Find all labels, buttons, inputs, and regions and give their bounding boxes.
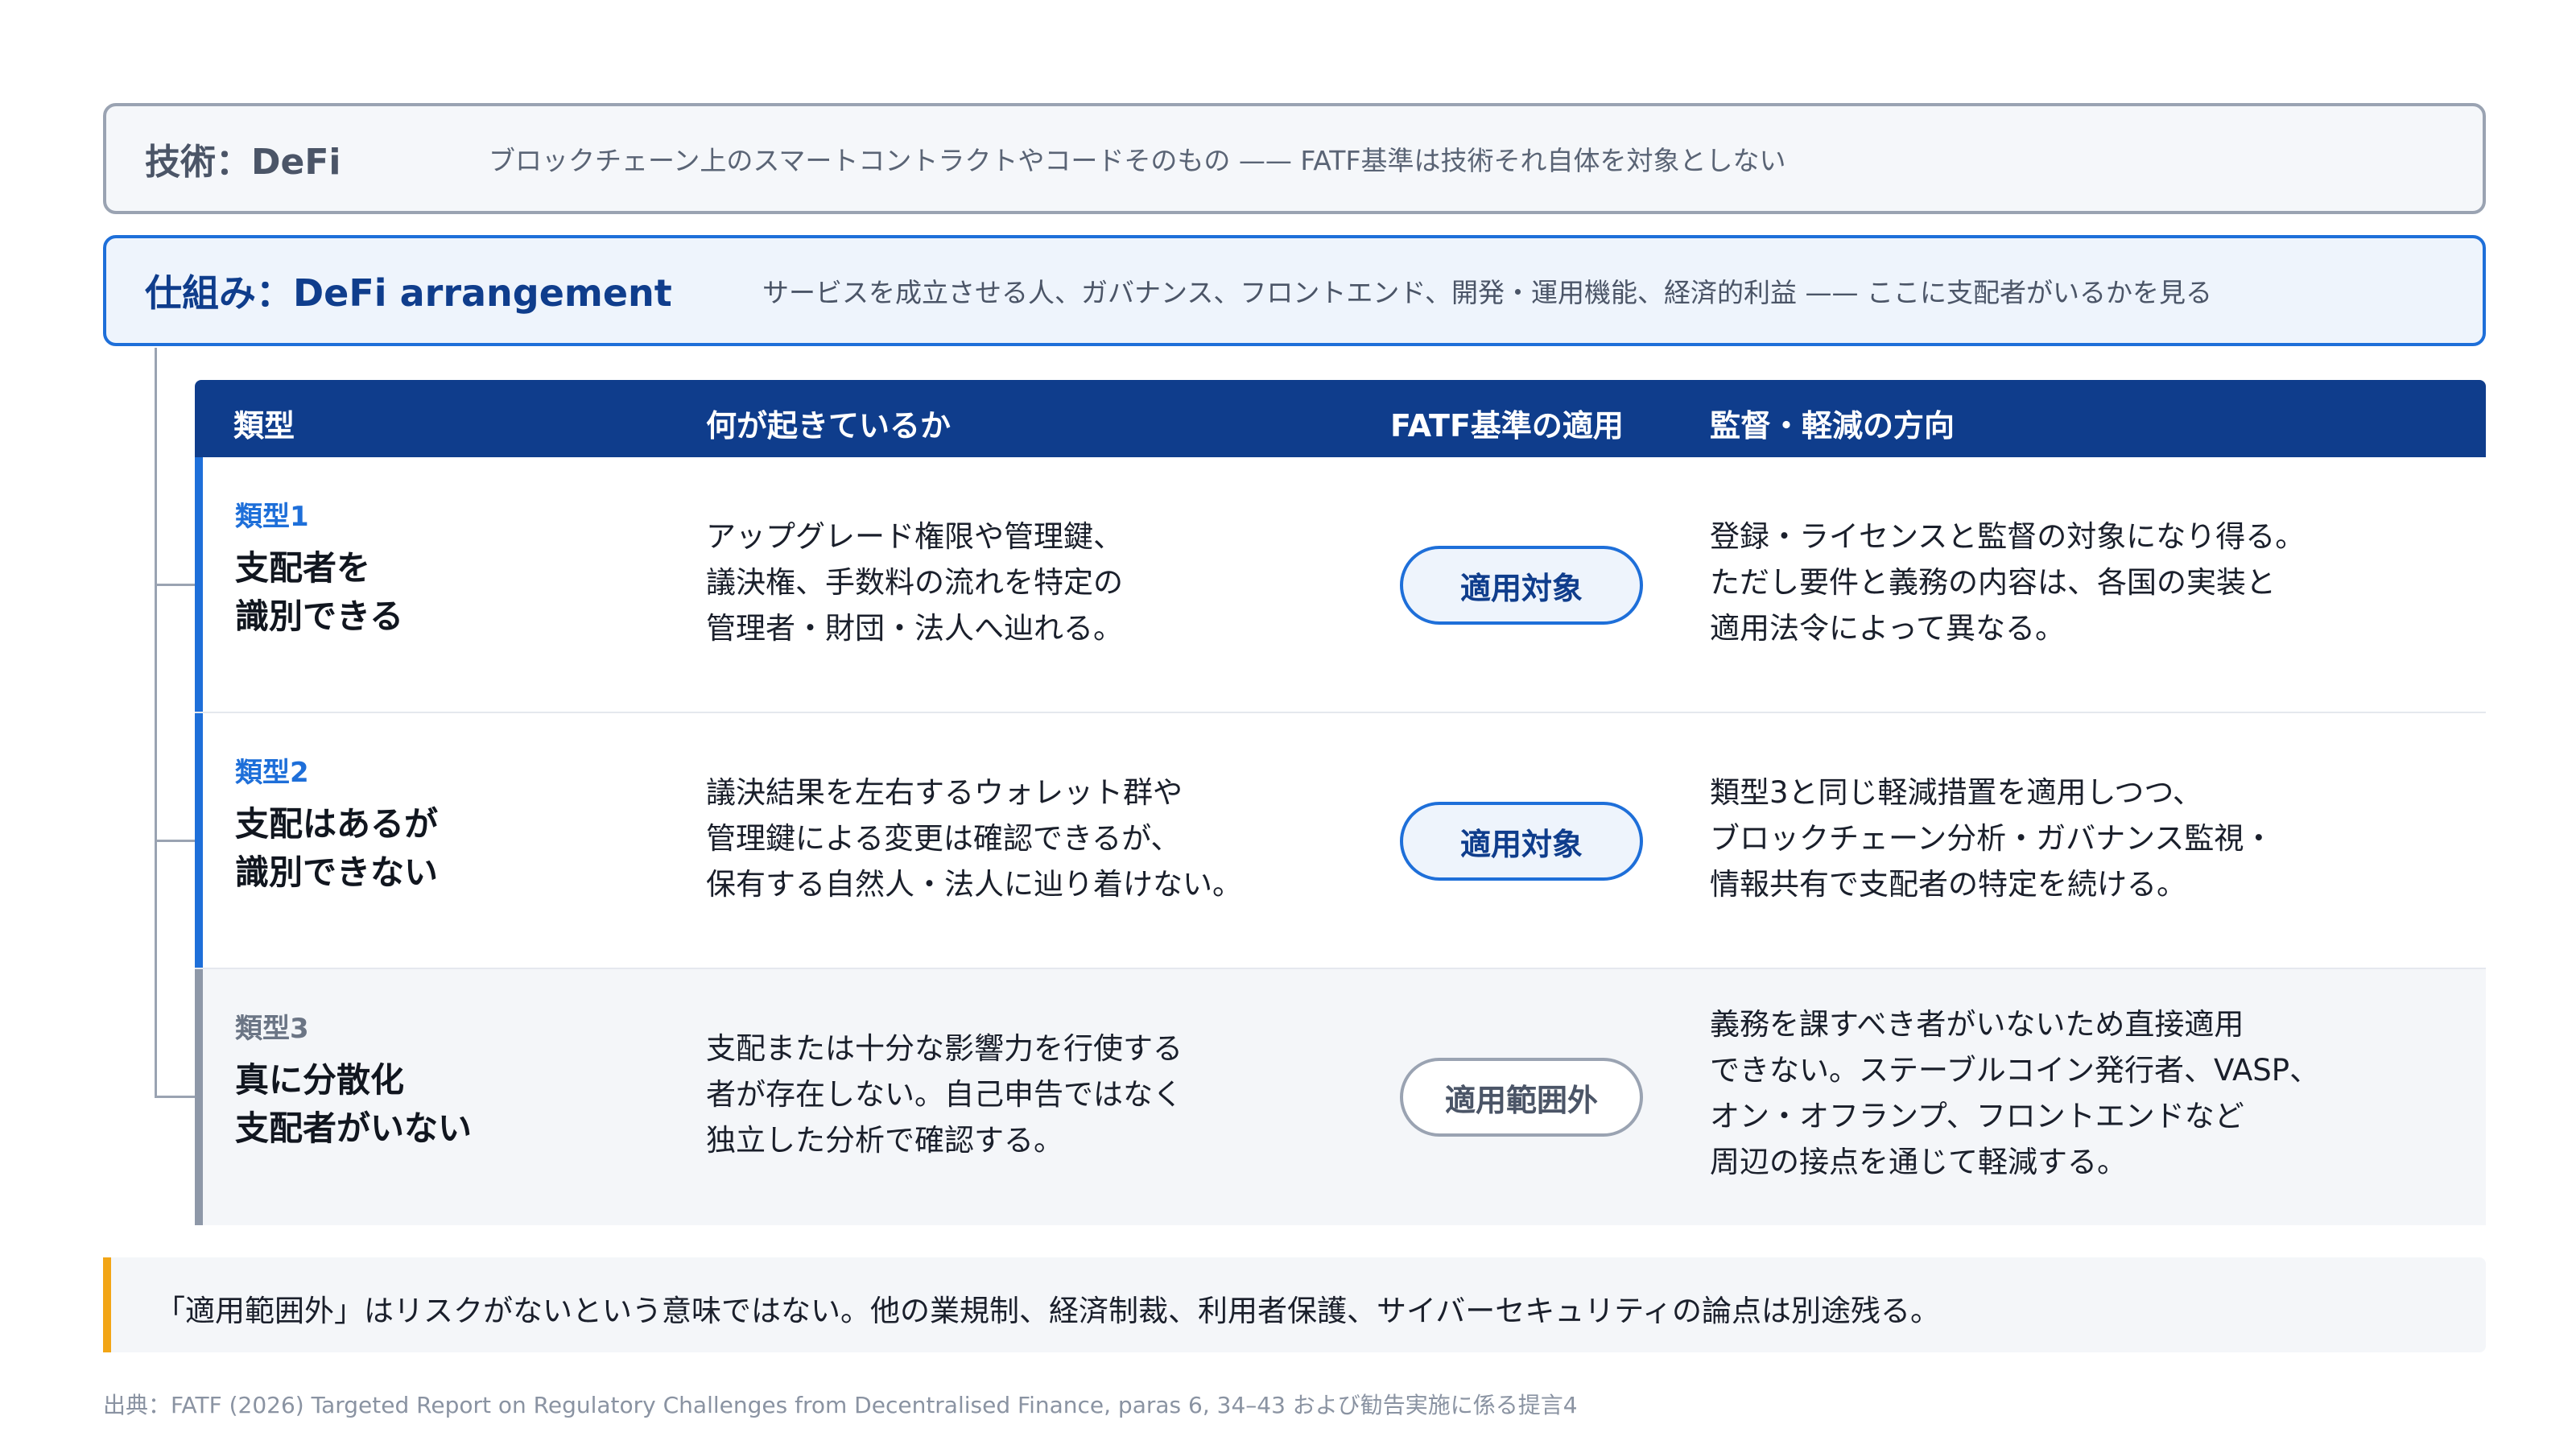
table-row: 類型2 支配はあるが 識別できない 議決結果を左右するウォレット群や 管理鍵によ… — [195, 713, 2486, 969]
tree-connector-row-1 — [155, 584, 195, 586]
technology-box: 技術：DeFi ブロックチェーン上のスマートコントラクトやコードそのもの —— … — [103, 103, 2486, 214]
what-happens: アップグレード権限や管理鍵、 議決権、手数料の流れを特定の 管理者・財団・法人へ… — [706, 519, 1123, 646]
type-name: 支配者を 識別できる — [235, 548, 404, 636]
header-application: FATF基準の適用 — [1390, 408, 1624, 444]
row-accent-bar — [195, 457, 203, 713]
status-badge: 適用対象 — [1400, 802, 1643, 881]
note-accent-bar — [103, 1257, 111, 1352]
technology-title: 技術：DeFi — [145, 142, 341, 183]
type-label: 類型3 — [235, 1013, 309, 1045]
technology-description: ブロックチェーン上のスマートコントラクトやコードそのもの —— FATF基準は技… — [489, 145, 1786, 176]
tree-connector-row-2 — [155, 840, 195, 842]
row-accent-bar — [195, 713, 203, 969]
supervision-direction: 義務を課すべき者がいないため直接適用 できない。ステーブルコイン発行者、VASP… — [1710, 1007, 2320, 1179]
note-callout: 「適用範囲外」はリスクがないという意味ではない。他の業規制、経済制裁、利用者保護… — [103, 1257, 2486, 1352]
status-badge: 適用対象 — [1400, 546, 1643, 625]
header-type: 類型 — [233, 408, 295, 444]
type-label: 類型2 — [235, 757, 309, 789]
header-direction: 監督・軽減の方向 — [1710, 408, 1955, 444]
table-row: 類型1 支配者を 識別できる アップグレード権限や管理鍵、 議決権、手数料の流れ… — [195, 457, 2486, 713]
status-badge: 適用範囲外 — [1400, 1058, 1643, 1137]
header-what: 何が起きているか — [706, 408, 952, 444]
arrangement-box: 仕組み：DeFi arrangement サービスを成立させる人、ガバナンス、フ… — [103, 235, 2486, 346]
arrangement-description: サービスを成立させる人、ガバナンス、フロントエンド、開発・運用機能、経済的利益 … — [762, 277, 2212, 308]
type-name: 真に分散化 支配者がいない — [235, 1060, 473, 1148]
supervision-direction: 類型3と同じ軽減措置を適用しつつ、 ブロックチェーン分析・ガバナンス監視・ 情報… — [1710, 775, 2274, 902]
what-happens: 支配または十分な影響力を行使する 者が存在しない。自己申告ではなく 独立した分析… — [706, 1031, 1183, 1158]
what-happens: 議決結果を左右するウォレット群や 管理鍵による変更は確認できるが、 保有する自然… — [706, 775, 1242, 902]
source-citation: 出典：FATF (2026) Targeted Report on Regula… — [103, 1392, 1578, 1418]
type-name: 支配はあるが 識別できない — [235, 804, 439, 892]
tree-connector-row-3 — [155, 1096, 195, 1098]
arrangement-title: 仕組み：DeFi arrangement — [145, 271, 672, 315]
type-label: 類型1 — [235, 501, 309, 533]
row-accent-bar — [195, 969, 203, 1225]
note-text: 「適用範囲外」はリスクがないという意味ではない。他の業規制、経済制裁、利用者保護… — [155, 1294, 1941, 1328]
table-row: 類型3 真に分散化 支配者がいない 支配または十分な影響力を行使する 者が存在し… — [195, 969, 2486, 1225]
tree-connector-vertical — [155, 348, 157, 1096]
supervision-direction: 登録・ライセンスと監督の対象になり得る。 ただし要件と義務の内容は、各国の実装と… — [1710, 519, 2306, 646]
table-header: 類型 何が起きているか FATF基準の適用 監督・軽減の方向 — [195, 380, 2486, 457]
